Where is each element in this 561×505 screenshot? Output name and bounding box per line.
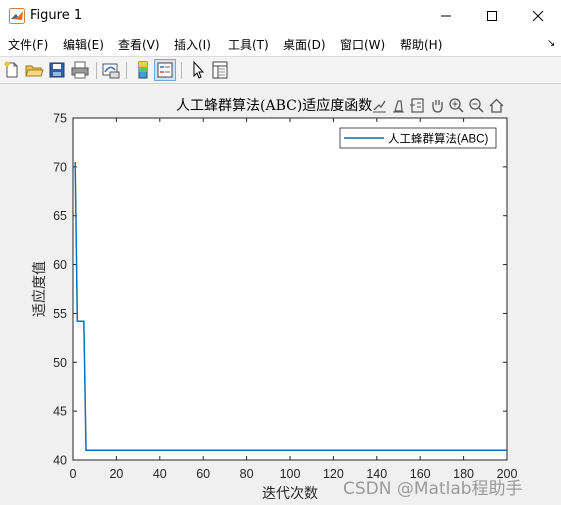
x-tick-label: 100: [280, 467, 301, 481]
x-tick-label: 40: [153, 467, 167, 481]
x-tick-label: 0: [70, 467, 77, 481]
pan-icon[interactable]: [429, 97, 446, 114]
datatip-icon[interactable]: [409, 97, 426, 114]
y-tick-label: 60: [53, 258, 67, 272]
x-tick-label: 120: [323, 467, 344, 481]
export-icon[interactable]: [371, 97, 388, 114]
y-tick-label: 65: [53, 209, 67, 223]
x-tick-label: 20: [109, 467, 123, 481]
y-tick-label: 75: [53, 112, 67, 126]
line-chart[interactable]: 0 20 40 60 80 100 120 140 160 180 200 404550556065…: [0, 0, 561, 505]
x-axis-label: 迭代次数: [262, 486, 318, 502]
zoom-out-icon[interactable]: [468, 97, 485, 114]
home-icon[interactable]: [488, 97, 505, 114]
y-tick-label: 40: [53, 454, 67, 468]
x-tick-label: 80: [240, 467, 254, 481]
y-axis-label: 适应度值: [31, 261, 48, 317]
axes-plot-area[interactable]: [72, 117, 508, 461]
zoom-in-icon[interactable]: [448, 97, 465, 114]
watermark-text: CSDN @Matlab程助手: [343, 479, 523, 499]
y-tick-label: 50: [53, 356, 67, 370]
legend-label: 人工蜂群算法(ABC): [388, 132, 488, 146]
y-tick-label: 70: [53, 160, 67, 174]
x-tick-label: 60: [196, 467, 210, 481]
legend[interactable]: 人工蜂群算法(ABC): [339, 127, 497, 149]
brush-icon[interactable]: [390, 97, 407, 114]
y-tick-label: 45: [53, 405, 67, 419]
y-tick-label: 55: [53, 307, 67, 321]
chart-title: 人工蜂群算法(ABC)适应度函数: [176, 98, 373, 114]
